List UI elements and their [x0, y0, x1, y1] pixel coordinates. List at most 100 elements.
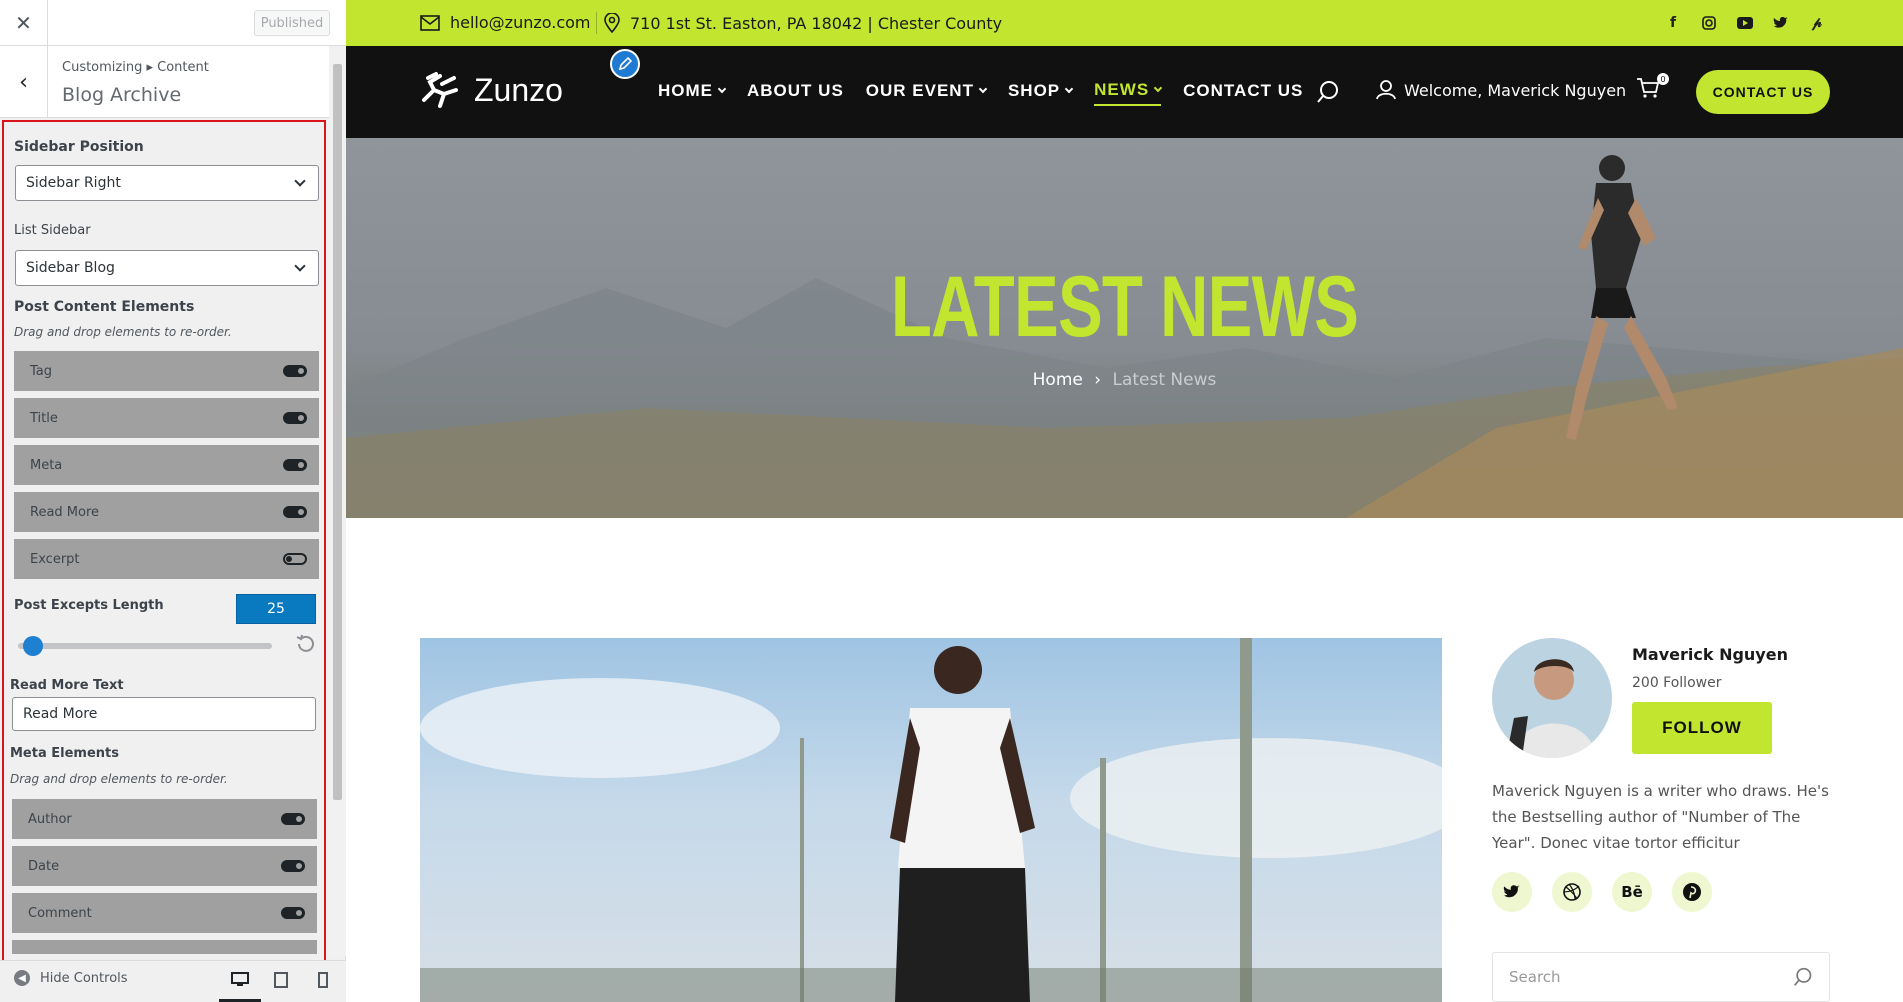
- customizer-panel: ✕ Published ‹ Customizing ▸ Content Blog…: [0, 0, 346, 1002]
- dribbble-icon[interactable]: [1552, 872, 1592, 912]
- nav-item-contact-us[interactable]: CONTACT US: [1183, 80, 1303, 106]
- sortable-item-partial[interactable]: [12, 940, 317, 954]
- nav-item-news[interactable]: NEWS: [1094, 80, 1163, 106]
- sortable-item-label: Read More: [30, 504, 100, 520]
- contact-us-button[interactable]: CONTACT US: [1696, 70, 1830, 114]
- list-sidebar-select[interactable]: Sidebar Blog: [15, 250, 319, 286]
- reset-icon[interactable]: [295, 633, 317, 655]
- slider-handle[interactable]: [22, 636, 43, 656]
- breadcrumb-home-link[interactable]: Home: [1033, 370, 1083, 390]
- site-logo[interactable]: Zunzo: [420, 70, 563, 110]
- pinterest-icon[interactable]: 𝓅: [1807, 13, 1827, 33]
- edit-pencil-icon[interactable]: [610, 49, 640, 79]
- list-sidebar-label: List Sidebar: [14, 223, 91, 238]
- toggle-comment[interactable]: [281, 907, 305, 919]
- chevron-down-icon: [294, 259, 306, 272]
- scrollbar-thumb[interactable]: [333, 64, 342, 800]
- post-content-label: Post Content Elements: [14, 299, 195, 315]
- top-address: 710 1st St. Easton, PA 18042 | Chester C…: [604, 13, 1002, 33]
- site-preview: hello@zunzo.com 710 1st St. Easton, PA 1…: [346, 0, 1903, 1002]
- follow-button[interactable]: FOLLOW: [1632, 702, 1772, 754]
- chevron-down-icon: [1153, 83, 1163, 93]
- address-text: 710 1st St. Easton, PA 18042 | Chester C…: [630, 13, 1003, 33]
- customizer-header: ✕ Published: [0, 0, 346, 46]
- sortable-item-author[interactable]: Author: [12, 799, 317, 839]
- email-text: hello@zunzo.com: [450, 13, 591, 32]
- twitter-icon[interactable]: [1492, 872, 1532, 912]
- sprinter-figure: [890, 646, 1035, 1002]
- search-icon[interactable]: [1316, 80, 1340, 104]
- welcome-text: Welcome, Maverick Nguyen: [1404, 80, 1627, 100]
- excerpt-length-slider[interactable]: [18, 643, 272, 649]
- facebook-icon[interactable]: f: [1663, 13, 1683, 33]
- nav-label: OUR EVENT: [865, 81, 974, 100]
- featured-post-image[interactable]: [420, 638, 1442, 1002]
- customizer-footer: ◀ Hide Controls: [0, 960, 346, 1002]
- excerpt-length-label: Post Excepts Length: [14, 598, 164, 613]
- search-placeholder: Search: [1509, 968, 1561, 986]
- instagram-icon[interactable]: [1699, 13, 1719, 33]
- meta-elements-description: Drag and drop elements to re-order.: [10, 772, 228, 786]
- read-more-text-input[interactable]: [12, 697, 316, 731]
- page-hero: LATEST NEWS Home › Latest News: [346, 138, 1903, 518]
- chevron-down-icon: [1064, 84, 1074, 94]
- sortable-item-excerpt[interactable]: Excerpt: [14, 539, 319, 579]
- mobile-icon[interactable]: [312, 969, 334, 991]
- toggle-meta[interactable]: [283, 459, 307, 471]
- tablet-icon[interactable]: [270, 969, 292, 991]
- chevron-down-icon: [294, 174, 306, 187]
- top-email[interactable]: hello@zunzo.com: [420, 13, 591, 32]
- toggle-author[interactable]: [281, 813, 305, 825]
- site-header: Zunzo HOME ABOUT US OUR EVENT SHOP NEWS …: [346, 46, 1903, 138]
- pinterest-icon[interactable]: [1672, 872, 1712, 912]
- youtube-icon[interactable]: [1735, 13, 1755, 33]
- sortable-item-meta[interactable]: Meta: [14, 445, 319, 485]
- chevron-down-icon: [717, 84, 727, 94]
- toggle-excerpt[interactable]: [283, 553, 307, 565]
- sortable-item-label: Date: [28, 858, 60, 874]
- nav-item-our-event[interactable]: OUR EVENT: [865, 80, 988, 106]
- sortable-item-read-more[interactable]: Read More: [14, 492, 319, 532]
- author-bio: Maverick Nguyen is a writer who draws. H…: [1492, 782, 1829, 852]
- toggle-title[interactable]: [283, 412, 307, 424]
- sortable-item-tag[interactable]: Tag: [14, 351, 319, 391]
- sidebar-search-input[interactable]: Search: [1492, 952, 1830, 1002]
- close-icon[interactable]: ✕: [0, 0, 48, 46]
- hide-controls-button[interactable]: ◀ Hide Controls: [14, 970, 128, 986]
- account-link[interactable]: Welcome, Maverick Nguyen: [1376, 80, 1626, 100]
- publish-button[interactable]: Published: [254, 10, 330, 36]
- desktop-icon[interactable]: [229, 969, 251, 991]
- twitter-icon[interactable]: [1771, 13, 1791, 33]
- list-sidebar-value: Sidebar Blog: [26, 260, 115, 276]
- search-icon[interactable]: [1793, 967, 1813, 987]
- toggle-read-more[interactable]: [283, 506, 307, 518]
- collapse-icon: ◀: [14, 970, 30, 986]
- section-title: Blog Archive: [62, 84, 182, 106]
- toggle-tag[interactable]: [283, 365, 307, 377]
- author-avatar: [1492, 638, 1612, 758]
- back-arrow-icon[interactable]: ‹: [0, 46, 48, 118]
- top-bar: hello@zunzo.com 710 1st St. Easton, PA 1…: [346, 0, 1903, 46]
- nav-item-about-us[interactable]: ABOUT US: [747, 80, 844, 106]
- nav-label: NEWS: [1094, 80, 1150, 99]
- avatar-drawing: [1506, 659, 1596, 758]
- sortable-item-title[interactable]: Title: [14, 398, 319, 438]
- sortable-item-label: Author: [28, 811, 72, 827]
- sortable-item-comment[interactable]: Comment: [12, 893, 317, 933]
- sortable-item-date[interactable]: Date: [12, 846, 317, 886]
- hide-controls-label: Hide Controls: [40, 970, 128, 986]
- sidebar-position-select[interactable]: Sidebar Right: [15, 165, 319, 201]
- nav-label: HOME: [658, 81, 713, 100]
- featured-image-drawing: [420, 638, 1442, 1002]
- nav-item-shop[interactable]: SHOP: [1007, 80, 1074, 106]
- cart-count-badge: 0: [1657, 73, 1669, 85]
- chevron-down-icon: [978, 84, 988, 94]
- hero-title: LATEST NEWS: [890, 259, 1359, 355]
- read-more-text-label: Read More Text: [10, 678, 124, 693]
- excerpt-length-input[interactable]: 25: [236, 594, 316, 624]
- behance-icon[interactable]: Bē: [1612, 872, 1652, 912]
- controls-area: Sidebar Position Sidebar Right List Side…: [2, 120, 326, 972]
- nav-label: SHOP: [1007, 81, 1061, 100]
- nav-item-home[interactable]: HOME: [658, 80, 727, 106]
- toggle-date[interactable]: [281, 860, 305, 872]
